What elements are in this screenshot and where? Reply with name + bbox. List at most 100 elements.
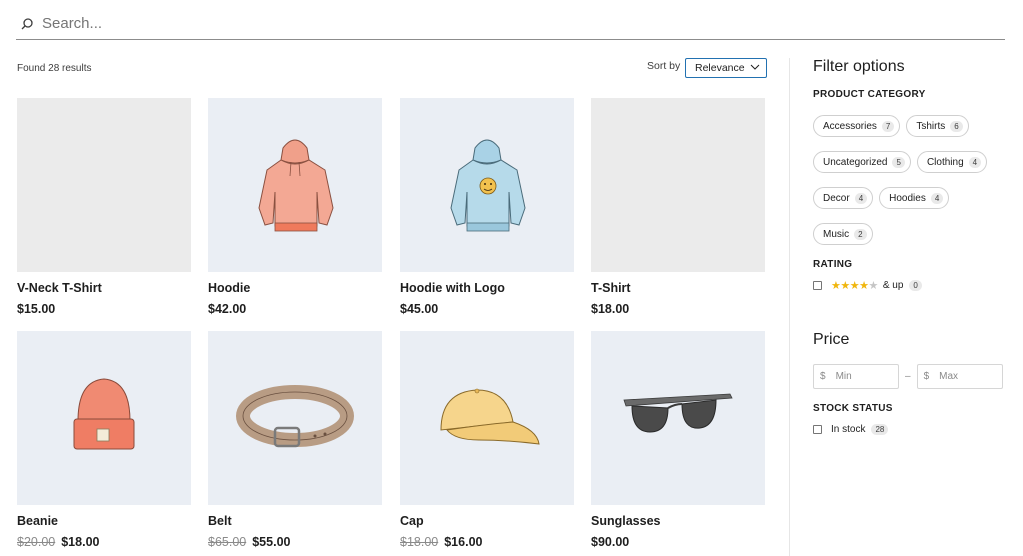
stock-status-title: STOCK STATUS: [813, 403, 893, 414]
rating-checkbox[interactable]: [813, 281, 822, 290]
product-price: $18.00: [591, 302, 765, 316]
product-price-current: $55.00: [252, 535, 291, 549]
product-card[interactable]: Belt $65.00 $55.00: [208, 331, 382, 549]
sort-selected-value: Relevance: [695, 62, 745, 74]
product-card[interactable]: Sunglasses $90.00: [591, 331, 765, 549]
category-chips: Accessories 7 Tshirts 6 Uncategorized 5 Clo…: [813, 115, 1013, 259]
rating-suffix: & up: [882, 280, 904, 291]
product-name[interactable]: Sunglasses: [591, 514, 765, 528]
product-price-current: $16.00: [444, 535, 483, 549]
search-bar[interactable]: [16, 8, 1005, 40]
sunglasses-icon: [623, 393, 733, 433]
product-price-current: $45.00: [400, 302, 439, 316]
product-price-original: $18.00: [400, 535, 439, 549]
product-price-current: $15.00: [17, 302, 56, 316]
price-range: $ Min – $ Max: [813, 364, 1013, 389]
hoodie-with-logo-icon: [450, 139, 526, 232]
category-chip-label: Tshirts: [916, 120, 946, 132]
category-chip-count: 7: [881, 120, 895, 132]
filter-sidebar: Filter options PRODUCT CATEGORY Accessor…: [813, 58, 1013, 435]
product-price: $65.00 $55.00: [208, 535, 382, 549]
rating-title: RATING: [813, 259, 853, 270]
product-image[interactable]: [400, 98, 574, 272]
product-card[interactable]: Beanie $20.00 $18.00: [17, 331, 191, 549]
product-price-current: $18.00: [591, 302, 630, 316]
results-count: Found 28 results: [17, 63, 92, 74]
search-icon: [21, 17, 33, 29]
product-card[interactable]: Hoodie $42.00: [208, 98, 382, 316]
product-price-original: $65.00: [208, 535, 247, 549]
price-min-field[interactable]: $ Min: [813, 364, 899, 389]
product-image[interactable]: [591, 331, 765, 505]
price-min-placeholder: Min: [835, 371, 852, 382]
category-chip[interactable]: Decor 4: [813, 187, 874, 209]
product-card[interactable]: V-Neck T-Shirt $15.00: [17, 98, 191, 316]
product-image[interactable]: [208, 98, 382, 272]
beanie-icon: [73, 378, 135, 450]
category-chip[interactable]: Music 2: [813, 223, 873, 245]
product-price: $18.00 $16.00: [400, 535, 574, 549]
product-name[interactable]: Hoodie: [208, 281, 382, 295]
sidebar-divider: [789, 58, 790, 556]
category-chip[interactable]: Clothing 4: [916, 151, 988, 173]
filter-options-title: Filter options: [813, 58, 905, 75]
belt-icon: [236, 385, 354, 448]
product-price-current: $42.00: [208, 302, 247, 316]
star-rating-icon: ★★★★★: [831, 280, 878, 292]
product-price: $45.00: [400, 302, 574, 316]
product-price: $20.00 $18.00: [17, 535, 191, 549]
price-max-placeholder: Max: [939, 371, 959, 382]
category-chip-count: 4: [968, 156, 982, 168]
product-image-placeholder[interactable]: [591, 98, 765, 272]
price-separator: –: [905, 371, 911, 382]
sort-select[interactable]: Relevance: [685, 58, 767, 78]
category-chip-label: Decor: [823, 192, 850, 204]
product-name[interactable]: T-Shirt: [591, 281, 765, 295]
product-card[interactable]: Hoodie with Logo $45.00: [400, 98, 574, 316]
product-name[interactable]: Hoodie with Logo: [400, 281, 574, 295]
cap-icon: [440, 388, 540, 445]
rating-count: 0: [909, 280, 922, 291]
product-price: $90.00: [591, 535, 765, 549]
category-chip[interactable]: Tshirts 6: [906, 115, 969, 137]
category-chip-label: Music: [823, 228, 850, 240]
chevron-down-icon: [750, 64, 760, 70]
product-name[interactable]: Beanie: [17, 514, 191, 528]
price-max-field[interactable]: $ Max: [916, 364, 1003, 389]
product-price-current: $90.00: [591, 535, 630, 549]
stock-count: 28: [871, 424, 889, 435]
category-chip-count: 4: [854, 192, 868, 204]
product-card[interactable]: T-Shirt $18.00: [591, 98, 765, 316]
search-input[interactable]: [42, 15, 942, 32]
product-name[interactable]: Cap: [400, 514, 574, 528]
category-chip-count: 2: [854, 228, 867, 240]
category-chip-label: Clothing: [926, 156, 964, 168]
category-chip-count: 6: [950, 120, 963, 132]
product-image[interactable]: [208, 331, 382, 505]
product-image[interactable]: [17, 331, 191, 505]
product-price: $15.00: [17, 302, 191, 316]
stock-label: In stock: [831, 424, 866, 435]
stock-checkbox[interactable]: [813, 425, 822, 434]
product-price-current: $18.00: [61, 535, 100, 549]
category-chip-label: Hoodies: [889, 192, 926, 204]
sort-label: Sort by: [647, 60, 681, 72]
category-chip[interactable]: Accessories 7: [813, 115, 901, 137]
category-chip[interactable]: Uncategorized 5: [813, 151, 911, 173]
product-name[interactable]: Belt: [208, 514, 382, 528]
product-price: $42.00: [208, 302, 382, 316]
product-name[interactable]: V-Neck T-Shirt: [17, 281, 191, 295]
product-card[interactable]: Cap $18.00 $16.00: [400, 331, 574, 549]
category-chip[interactable]: Hoodies 4: [879, 187, 950, 209]
stock-filter-row[interactable]: In stock 28: [813, 424, 1013, 435]
category-chip-count: 5: [892, 156, 905, 168]
price-min-currency: $: [820, 371, 826, 382]
product-category-title: PRODUCT CATEGORY: [813, 89, 926, 100]
hoodie-icon: [258, 139, 334, 232]
category-chip-count: 4: [930, 192, 944, 204]
rating-filter-row[interactable]: ★★★★★ & up 0: [813, 279, 1013, 292]
price-max-currency: $: [923, 371, 930, 382]
product-image[interactable]: [400, 331, 574, 505]
product-image-placeholder[interactable]: [17, 98, 191, 272]
price-title: Price: [813, 331, 850, 348]
